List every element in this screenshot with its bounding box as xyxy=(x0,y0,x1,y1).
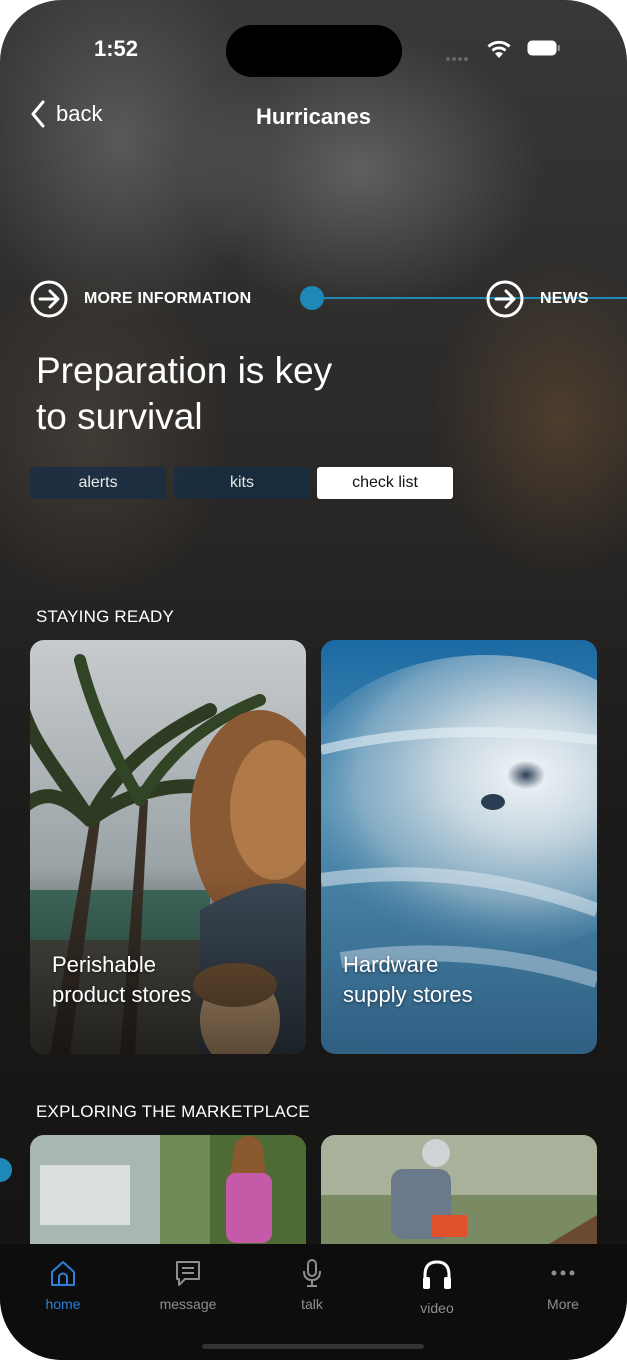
tab-label: message xyxy=(159,1296,217,1312)
card-label-line-2: product stores xyxy=(52,982,192,1007)
home-icon xyxy=(51,1261,75,1286)
tab-label: More xyxy=(547,1296,579,1312)
tab-talk[interactable]: talk xyxy=(262,1258,362,1312)
card-hardware-stores[interactable]: Hardware supply stores xyxy=(321,640,597,1054)
page-title-text: Hurricanes xyxy=(256,104,371,129)
tab-bar: home message talk video More xyxy=(0,1244,627,1360)
card-label-line-2: supply stores xyxy=(343,982,473,1007)
arrow-circle-right-icon xyxy=(486,280,524,318)
card-label-line-1: Hardware xyxy=(343,952,439,977)
headline-line-1: Preparation is key xyxy=(36,350,333,391)
tab-home[interactable]: home xyxy=(13,1258,113,1312)
tab-label: home xyxy=(45,1296,81,1312)
page-title: Hurricanes xyxy=(0,104,627,130)
card-label: Perishable product stores xyxy=(52,950,191,1010)
tab-label: video xyxy=(420,1300,454,1316)
headline: Preparation is key to survival xyxy=(36,348,456,440)
segment-check-list[interactable]: check list xyxy=(317,467,453,499)
tab-video[interactable]: video xyxy=(387,1258,487,1316)
arrow-circle-right-icon xyxy=(30,280,68,318)
message-icon xyxy=(176,1261,200,1286)
card-label-line-1: Perishable xyxy=(52,952,156,977)
card-perishable-stores[interactable]: Perishable product stores xyxy=(30,640,306,1054)
news-link[interactable]: NEWS xyxy=(486,280,589,318)
headline-line-2: to survival xyxy=(36,396,203,437)
status-time: 1:52 xyxy=(94,36,139,61)
tab-message[interactable]: message xyxy=(138,1258,238,1312)
card-label: Hardware supply stores xyxy=(343,950,473,1010)
section-heading-staying-ready: STAYING READY xyxy=(36,607,174,626)
segment-kits[interactable]: kits xyxy=(174,467,310,499)
headphones-icon xyxy=(423,1260,451,1289)
section-heading-marketplace: EXPLORING THE MARKETPLACE xyxy=(36,1102,310,1121)
segment-alerts[interactable]: alerts xyxy=(30,467,166,499)
app-screen: 1:52 back Hurricanes MORE INFORMATION NE… xyxy=(0,0,627,1360)
dynamic-island xyxy=(226,25,402,77)
home-indicator xyxy=(202,1344,424,1349)
news-label: NEWS xyxy=(540,290,589,307)
microphone-icon xyxy=(303,1259,321,1287)
hotspot-dot[interactable] xyxy=(300,286,324,310)
more-information-link[interactable]: MORE INFORMATION xyxy=(30,280,251,318)
tab-label: talk xyxy=(301,1296,323,1312)
more-icon xyxy=(551,1270,575,1276)
more-information-label: MORE INFORMATION xyxy=(84,290,252,307)
signal-icon xyxy=(446,48,478,61)
tab-more[interactable]: More xyxy=(513,1258,613,1312)
battery-icon xyxy=(527,40,560,56)
wifi-icon xyxy=(487,40,511,58)
